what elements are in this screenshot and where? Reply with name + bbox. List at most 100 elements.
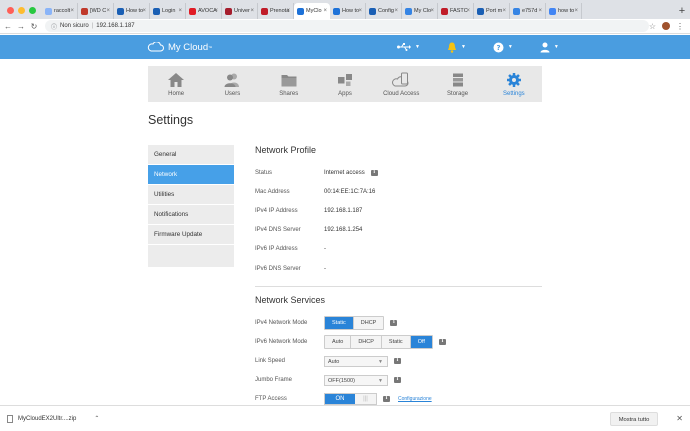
browser-tab[interactable]: Univer × xyxy=(222,3,258,19)
browser-tab[interactable]: raccolt × xyxy=(42,3,78,19)
nav-home[interactable]: Home xyxy=(148,66,204,102)
ipv4-static-button[interactable]: Static xyxy=(325,316,354,329)
browser-tab[interactable]: How to × xyxy=(330,3,366,19)
ftp-configure-link[interactable]: Configurazione xyxy=(398,396,432,402)
close-window-button[interactable] xyxy=(7,7,14,14)
chevron-down-icon: ▼ xyxy=(378,377,383,384)
ipv6-dns-label: IPv6 DNS Server xyxy=(255,265,301,272)
tab-close-icon[interactable]: × xyxy=(178,8,182,14)
profile-avatar[interactable] xyxy=(662,22,670,30)
browser-tab[interactable]: FASTC × xyxy=(438,3,474,19)
app-header: My Cloud ™ ▼ ▼ ? ▼ ▼ xyxy=(0,35,690,59)
address-bar: ← → ↻ ⓘ Non sicuro | 192.168.1.187 ☆ ⋮ xyxy=(0,19,690,34)
ipv4-ip-value: 192.168.1.187 xyxy=(324,207,363,214)
tab-close-icon[interactable]: × xyxy=(466,8,470,14)
link-speed-label: Link Speed xyxy=(255,358,286,365)
ipv4-dhcp-button[interactable]: DHCP xyxy=(353,316,384,329)
nav-settings[interactable]: Settings xyxy=(486,66,542,102)
app-name: My Cloud xyxy=(168,41,209,53)
tab-label: Config xyxy=(378,8,394,14)
help-menu[interactable]: ? ▼ xyxy=(493,42,513,53)
user-menu[interactable]: ▼ xyxy=(540,42,559,53)
show-all-button[interactable]: Mostra tutto xyxy=(609,411,659,426)
ipv6-dhcp-button[interactable]: DHCP xyxy=(351,335,382,348)
ipv6-off-button[interactable]: Off xyxy=(410,335,432,348)
minimize-window-button[interactable] xyxy=(18,7,25,14)
tab-label: Univer xyxy=(234,8,250,14)
ipv4-mode-row: IPv4 Network Mode Static DHCP i xyxy=(255,313,542,332)
favicon-icon xyxy=(441,7,448,15)
settings-icon xyxy=(506,73,521,87)
info-icon[interactable]: i xyxy=(394,377,401,384)
browser-tab[interactable]: [WD C × xyxy=(78,3,114,19)
browser-tab[interactable]: How to × xyxy=(114,3,150,19)
close-icon[interactable]: ✕ xyxy=(676,414,683,423)
ipv4-ip-row: IPv4 IP Address 192.168.1.187 xyxy=(255,201,542,220)
maximize-window-button[interactable] xyxy=(29,7,36,14)
nav-cloud-access[interactable]: Cloud Access xyxy=(373,66,429,102)
sidebar-item-utilities[interactable]: Utilities xyxy=(148,185,234,205)
ftp-access-toggle[interactable]: ON ||| xyxy=(324,393,377,406)
usb-menu[interactable]: ▼ xyxy=(397,43,420,51)
browser-tab[interactable]: AVOCA × xyxy=(186,3,222,19)
nav-apps[interactable]: Apps xyxy=(317,66,373,102)
nav-storage[interactable]: Storage xyxy=(429,66,485,102)
browser-tab[interactable]: how to × xyxy=(546,3,582,19)
back-icon[interactable]: ← xyxy=(3,22,13,31)
tab-close-icon[interactable]: × xyxy=(323,8,327,14)
tab-close-icon[interactable]: × xyxy=(214,8,218,14)
sidebar-item-firmware-update[interactable]: Firmware Update xyxy=(148,225,234,245)
ipv6-mode-selector: Auto DHCP Static Off xyxy=(324,334,433,349)
url-input[interactable]: ⓘ Non sicuro | 192.168.1.187 xyxy=(45,20,649,32)
bookmark-star-icon[interactable]: ☆ xyxy=(649,22,656,31)
ipv6-auto-button[interactable]: Auto xyxy=(325,335,352,348)
ipv4-mode-selector: Static DHCP xyxy=(324,315,385,330)
browser-tab[interactable]: Port m × xyxy=(474,3,510,19)
chevron-down-icon: ▼ xyxy=(378,358,383,365)
link-speed-dropdown[interactable]: Auto ▼ xyxy=(324,355,388,367)
tab-close-icon[interactable]: × xyxy=(538,8,542,14)
download-item[interactable]: MyCloudEX2Ultr....zip ⌃ xyxy=(7,414,99,423)
info-icon[interactable]: i xyxy=(394,358,401,365)
my-cloud-logo[interactable]: My Cloud ™ xyxy=(147,42,212,53)
browser-tab[interactable]: My Clo × xyxy=(402,3,438,19)
info-icon[interactable]: i xyxy=(390,319,398,326)
sidebar-item-general[interactable]: General xyxy=(148,145,234,165)
tab-close-icon[interactable]: × xyxy=(358,8,362,14)
tab-close-icon[interactable]: × xyxy=(286,8,290,14)
tab-close-icon[interactable]: × xyxy=(502,8,506,14)
tab-close-icon[interactable]: × xyxy=(70,8,74,14)
new-tab-button[interactable]: + xyxy=(674,5,690,19)
tab-label: Port m xyxy=(486,8,503,14)
sidebar-item-notifications[interactable]: Notifications xyxy=(148,205,234,225)
tab-label: FASTC xyxy=(450,8,468,14)
info-icon[interactable]: i xyxy=(383,396,390,403)
tab-close-icon[interactable]: × xyxy=(394,8,398,14)
browser-tab[interactable]: e757d × xyxy=(510,3,546,19)
ipv6-ip-row: IPv6 IP Address - xyxy=(255,240,542,259)
browser-tab[interactable]: MyClo × xyxy=(294,3,330,19)
svg-text:?: ? xyxy=(496,44,500,52)
sidebar-item-network[interactable]: Network xyxy=(148,165,234,185)
nav-shares[interactable]: Shares xyxy=(261,66,317,102)
tab-close-icon[interactable]: × xyxy=(430,8,434,14)
chevron-up-icon[interactable]: ⌃ xyxy=(94,415,99,422)
tab-close-icon[interactable]: × xyxy=(574,8,578,14)
forward-icon[interactable]: → xyxy=(16,22,26,31)
jumbo-frame-dropdown[interactable]: OFF(1500) ▼ xyxy=(324,374,388,386)
reload-icon[interactable]: ↻ xyxy=(29,22,39,31)
info-circle-icon[interactable]: ⓘ xyxy=(51,22,57,31)
kebab-menu-icon[interactable]: ⋮ xyxy=(676,22,684,31)
home-icon xyxy=(168,73,185,87)
tab-close-icon[interactable]: × xyxy=(250,8,254,14)
ipv6-static-button[interactable]: Static xyxy=(381,335,411,348)
tab-close-icon[interactable]: × xyxy=(142,8,146,14)
info-icon[interactable]: i xyxy=(370,169,378,176)
browser-tab[interactable]: Prenota × xyxy=(258,3,294,19)
info-icon[interactable]: i xyxy=(438,338,446,345)
browser-tab[interactable]: Login × xyxy=(150,3,186,19)
browser-tab[interactable]: Config × xyxy=(366,3,402,19)
tab-close-icon[interactable]: × xyxy=(106,8,110,14)
nav-users[interactable]: Users xyxy=(204,66,260,102)
notifications-menu[interactable]: ▼ xyxy=(447,42,466,53)
